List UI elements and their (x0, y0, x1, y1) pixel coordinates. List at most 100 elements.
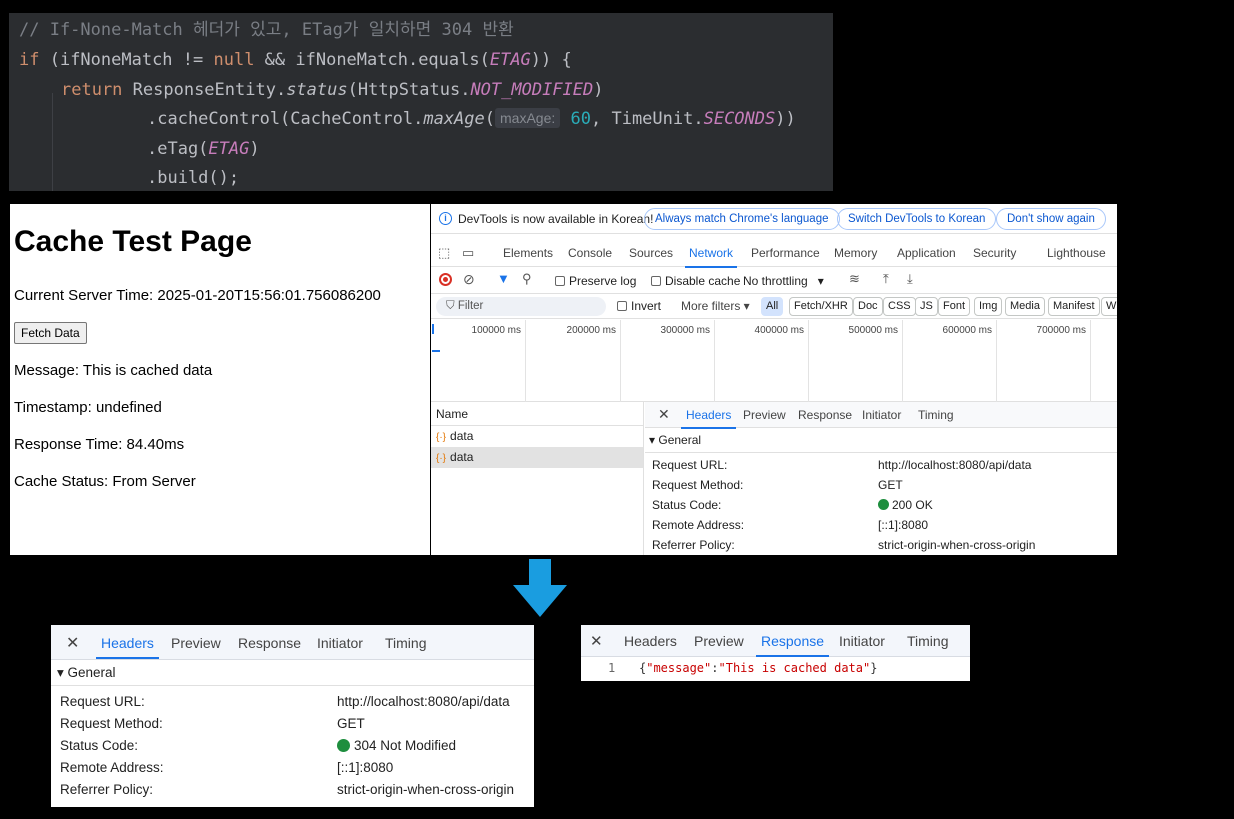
timestamp-text: Timestamp: undefined (14, 399, 162, 416)
filter-chip-manifest[interactable]: Manifest (1048, 297, 1100, 316)
record-icon[interactable] (439, 273, 452, 286)
general-section-toggle[interactable]: ▾ General (51, 660, 534, 686)
header-row: Request URL: http://localhost:8080/api/da… (652, 458, 1032, 472)
filter-chip-img[interactable]: Img (974, 297, 1003, 316)
close-icon[interactable]: ✕ (658, 406, 670, 423)
tab-security[interactable]: Security (973, 246, 1016, 260)
request-row[interactable]: {·} data (431, 426, 643, 447)
tab-headers[interactable]: Headers (96, 635, 159, 659)
request-row[interactable]: {·} data (431, 447, 643, 468)
code-cache-control-line: .cacheControl(CacheControl.maxAge(maxAge… (147, 108, 796, 129)
timeline-label: 300000 ms (660, 325, 710, 336)
filter-chip-media[interactable]: Media (1005, 297, 1045, 316)
status-ok-dot (878, 499, 889, 510)
filter-chip-css[interactable]: CSS (883, 297, 916, 316)
invert-checkbox[interactable]: Invert (617, 299, 661, 313)
tab-memory[interactable]: Memory (834, 246, 877, 260)
header-row: Status Code: 304 Not Modified (60, 738, 457, 753)
header-row: Remote Address: [::1]:8080 (652, 518, 929, 532)
tab-sources[interactable]: Sources (629, 246, 673, 260)
close-icon[interactable]: ✕ (66, 633, 79, 653)
tab-preview[interactable]: Preview (743, 408, 786, 422)
server-time-text: Current Server Time: 2025-01-20T15:56:01… (14, 287, 381, 304)
page-title: Cache Test Page (14, 225, 252, 258)
tab-initiator[interactable]: Initiator (862, 408, 901, 422)
status-ok-dot (337, 739, 350, 752)
devtools-tabbar: ⬚ ▭ Elements Console Sources Network Per… (431, 241, 1117, 268)
switch-to-korean-button[interactable]: Switch DevTools to Korean (837, 208, 997, 230)
timeline-label: 400000 ms (754, 325, 804, 336)
header-row: Request Method: GET (652, 478, 903, 492)
filter-bar: ⛉ Filter Invert More filters ▾ All Fetch… (431, 294, 1117, 319)
tab-network[interactable]: Network (684, 246, 738, 268)
tab-initiator[interactable]: Initiator (839, 633, 885, 649)
name-column-header[interactable]: Name (431, 402, 643, 426)
general-section-toggle[interactable]: ▾ General (645, 428, 1117, 453)
tab-lighthouse[interactable]: Lighthouse (1047, 246, 1106, 260)
tab-performance[interactable]: Performance (751, 246, 820, 260)
filter-chip-all[interactable]: All (761, 297, 784, 316)
upload-icon[interactable]: ⤒ (883, 271, 889, 287)
tab-headers[interactable]: Headers (680, 408, 737, 429)
down-arrow-icon (513, 559, 567, 617)
cache-test-page: Cache Test Page Current Server Time: 202… (10, 204, 430, 555)
disable-cache-checkbox[interactable]: Disable cache (651, 274, 740, 288)
fetch-data-button[interactable]: Fetch Data (14, 322, 87, 344)
filter-funnel-icon[interactable]: ▼ (497, 271, 510, 286)
cache-status-text: Cache Status: From Server (14, 473, 196, 490)
tab-console[interactable]: Console (568, 246, 612, 260)
download-icon[interactable]: ⤓ (907, 271, 913, 287)
line-number: 1 (608, 661, 616, 675)
tab-preview[interactable]: Preview (171, 635, 221, 651)
info-icon: i (439, 212, 452, 225)
tab-timing[interactable]: Timing (918, 408, 954, 422)
tab-elements[interactable]: Elements (503, 246, 553, 260)
tab-headers[interactable]: Headers (624, 633, 677, 649)
network-timeline[interactable]: 100000 ms 200000 ms 300000 ms 400000 ms … (431, 320, 1117, 402)
inspect-element-icon[interactable]: ⬚ (438, 245, 450, 261)
search-icon[interactable]: ⚲ (522, 271, 532, 287)
throttling-select[interactable]: No throttling ▾ (743, 274, 824, 288)
dont-show-again-button[interactable]: Don't show again (996, 208, 1106, 230)
detail-tabbar: ✕ Headers Preview Response Initiator Tim… (581, 625, 970, 657)
device-toolbar-icon[interactable]: ▭ (462, 245, 474, 261)
filter-chip-ws[interactable]: WS (1101, 297, 1117, 316)
filter-input[interactable]: ⛉ Filter (436, 297, 606, 316)
language-infobar: i DevTools is now available in Korean! A… (431, 204, 1117, 234)
tab-preview[interactable]: Preview (694, 633, 744, 649)
request-detail: ✕ Headers Preview Response Initiator Tim… (645, 402, 1117, 555)
code-comment: // If-None-Match 헤더가 있고, ETag가 일치하면 304 … (19, 20, 514, 40)
detail-tabbar: ✕ Headers Preview Response Initiator Tim… (645, 402, 1117, 429)
code-build-line: .build(); (147, 168, 240, 188)
code-etag-line: .eTag(ETAG) (147, 139, 260, 159)
more-filters-dropdown[interactable]: More filters ▾ (681, 299, 750, 313)
preserve-log-checkbox[interactable]: Preserve log (555, 274, 636, 288)
header-row: Referrer Policy: strict-origin-when-cross… (652, 538, 1036, 552)
filter-chip-font[interactable]: Font (938, 297, 971, 316)
tab-response[interactable]: Response (798, 408, 852, 422)
code-editor: // If-None-Match 헤더가 있고, ETag가 일치하면 304 … (9, 13, 833, 191)
code-if-line: if (ifNoneMatch != null && ifNoneMatch.e… (19, 50, 572, 70)
request-list: Name {·} data {·} data (431, 402, 644, 555)
network-conditions-icon[interactable]: ≋ (849, 271, 860, 287)
response-time-text: Response Time: 84.40ms (14, 436, 185, 453)
clear-icon[interactable]: ⊘ (463, 271, 475, 288)
filter-chip-fetch-xhr[interactable]: Fetch/XHR (789, 297, 853, 316)
tab-timing[interactable]: Timing (385, 635, 427, 651)
tab-timing[interactable]: Timing (907, 633, 949, 649)
xhr-icon: {·} (436, 453, 447, 464)
code-return-line: return ResponseEntity.status(HttpStatus.… (61, 80, 604, 100)
status-code-value: 304 Not Modified (354, 738, 457, 753)
infobar-text: DevTools is now available in Korean! (458, 212, 654, 226)
tab-application[interactable]: Application (897, 246, 956, 260)
header-row: Request Method: GET (60, 716, 365, 731)
tab-response[interactable]: Response (238, 635, 301, 651)
tab-response[interactable]: Response (755, 633, 830, 657)
close-icon[interactable]: ✕ (590, 632, 603, 650)
filter-chip-doc[interactable]: Doc (853, 297, 883, 316)
tab-initiator[interactable]: Initiator (317, 635, 363, 651)
always-match-language-button[interactable]: Always match Chrome's language (644, 208, 840, 230)
header-row: Remote Address: [::1]:8080 (60, 760, 394, 775)
filter-chip-js[interactable]: JS (915, 297, 938, 316)
timeline-label: 700000 ms (1036, 325, 1086, 336)
